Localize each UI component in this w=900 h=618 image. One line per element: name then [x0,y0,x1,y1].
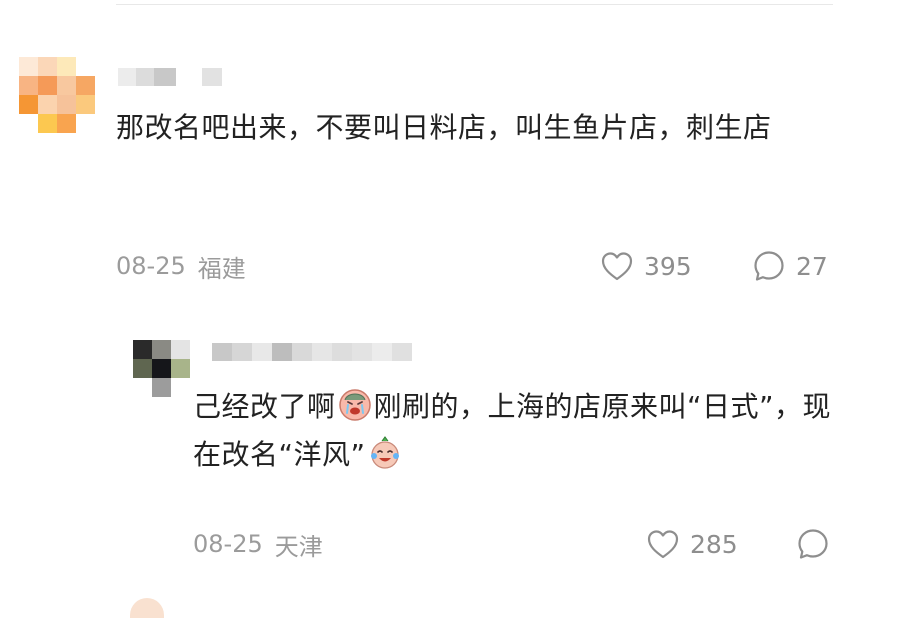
like-button[interactable]: 395 [600,248,692,284]
like-count: 395 [644,251,692,281]
reply-button[interactable]: 27 [752,248,828,284]
comment-date: 08-25 [116,252,186,280]
reply-text-part: 己经改了啊 [193,390,336,423]
reply-count: 27 [796,251,828,281]
avatar[interactable] [19,57,95,133]
reply-location: 天津 [274,532,323,561]
reply-meta: 08-25 天津 [193,527,323,561]
masked-username[interactable] [212,343,412,361]
comment-meta: 08-25 福建 [116,249,246,283]
comment-location: 福建 [197,254,246,283]
heart-outline-icon [601,252,633,281]
avatar[interactable] [133,340,190,397]
laughing-crying-face-emoji [370,436,399,469]
heart-outline-icon [647,530,679,559]
avatar[interactable] [130,598,164,618]
top-divider [116,4,833,5]
comment-text: 那改名吧出来，不要叫日料店，叫生鱼片店，刺生店 [116,111,772,144]
speech-bubble-outline-icon [798,529,828,559]
speech-bubble-outline-icon [754,251,784,281]
reply-text: 己经改了啊 刚刷的，上海的店原来叫“日式”，现在改名“洋风” [193,383,843,479]
like-count: 285 [690,529,738,559]
reply-button[interactable] [796,526,830,562]
reply-date: 08-25 [193,530,263,558]
crying-face-emoji [338,389,371,421]
masked-username[interactable] [118,68,222,86]
like-button[interactable]: 285 [646,526,738,562]
